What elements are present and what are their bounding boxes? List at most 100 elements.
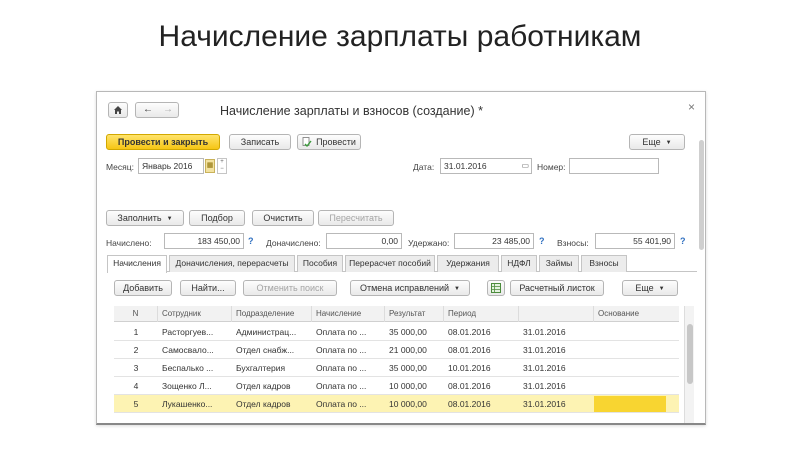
column-header-period-end[interactable] (519, 306, 594, 322)
dropdown-arrow-icon: ▼ (658, 286, 665, 292)
table-row[interactable]: 4 Зощенко Л... Отдел кадров Оплата по ..… (114, 377, 679, 395)
fill-button[interactable]: Заполнить ▼ (106, 210, 184, 226)
stepper-up-icon[interactable]: + (218, 159, 226, 166)
spreadsheet-button[interactable] (487, 280, 505, 296)
cell-employee: Лукашенко... (162, 399, 213, 409)
cell-employee: Самосвало... (162, 345, 214, 355)
date-field[interactable]: 31.01.2016 ▭ (440, 158, 532, 174)
column-header-basis[interactable]: Основание (594, 306, 679, 322)
cell-accrual: Оплата по ... (316, 381, 367, 391)
home-icon (114, 106, 122, 114)
tab-accruals[interactable]: Начисления (107, 255, 167, 273)
post-document-icon (302, 137, 312, 147)
column-header-employee[interactable]: Сотрудник (158, 306, 232, 322)
calendar-icon[interactable]: ▭ (521, 159, 529, 173)
dropdown-arrow-icon: ▼ (665, 140, 672, 146)
post-button[interactable]: Провести (297, 134, 361, 150)
accrued-help-icon[interactable]: ? (248, 236, 254, 246)
column-header-result[interactable]: Результат (385, 306, 444, 322)
cancel-corrections-button[interactable]: Отмена исправлений ▼ (350, 280, 470, 296)
add-button[interactable]: Добавить (114, 280, 172, 296)
cell-accrual: Оплата по ... (316, 327, 367, 337)
cancel-corrections-label: Отмена исправлений (359, 283, 450, 293)
cell-n: 4 (133, 381, 139, 391)
table-more-button[interactable]: Еще ▼ (622, 280, 678, 296)
close-icon[interactable]: × (688, 100, 695, 114)
payslip-button[interactable]: Расчетный листок (510, 280, 604, 296)
cell-department: Администрац... (236, 327, 297, 337)
cell-n: 2 (133, 345, 139, 355)
cell-basis (594, 323, 679, 341)
slide-title: Начисление зарплаты работникам (158, 20, 642, 53)
tab-withholdings[interactable]: Удержания (437, 255, 499, 272)
home-button[interactable] (108, 102, 128, 118)
column-header-n[interactable]: N (114, 306, 158, 322)
cell-accrual: Оплата по ... (316, 399, 367, 409)
spreadsheet-icon (491, 283, 501, 293)
tab-contributions[interactable]: Взносы (581, 255, 627, 272)
more-button-label: Еще (642, 137, 661, 147)
number-field[interactable] (569, 158, 659, 174)
select-button[interactable]: Подбор (189, 210, 245, 226)
column-header-accrual[interactable]: Начисление (312, 306, 385, 322)
forward-arrow-icon[interactable]: → (160, 103, 176, 117)
cell-department: Отдел кадров (236, 381, 291, 391)
cell-result: 21 000,00 (389, 345, 427, 355)
clear-button[interactable]: Очистить (252, 210, 314, 226)
month-stepper[interactable]: + − (217, 158, 227, 174)
recalculate-button[interactable]: Пересчитать (318, 210, 394, 226)
cell-period-end: 31.01.2016 (523, 363, 566, 373)
cell-employee: Расторгуев... (162, 327, 214, 337)
document-window: ← → Начисление зарплаты и взносов (созда… (96, 91, 706, 425)
contributions-field: 55 401,90 (595, 233, 675, 249)
cell-period-end: 31.01.2016 (523, 345, 566, 355)
withheld-help-icon[interactable]: ? (539, 236, 545, 246)
back-arrow-icon[interactable]: ← (140, 103, 156, 117)
cell-result: 35 000,00 (389, 327, 427, 337)
cell-basis-editing[interactable] (594, 396, 666, 412)
cell-basis (594, 377, 679, 395)
cell-result: 10 000,00 (389, 381, 427, 391)
cell-basis (594, 359, 679, 377)
window-scrollbar[interactable] (697, 140, 705, 380)
tab-benefit-recalc[interactable]: Перерасчет пособий (345, 255, 435, 272)
additional-field: 0,00 (326, 233, 402, 249)
post-and-close-button[interactable]: Провести и закрыть (106, 134, 220, 150)
tab-strip: Начисления Доначисления, перерасчеты Пос… (107, 255, 697, 273)
cell-department: Отдел снабж... (236, 345, 295, 355)
table-row-selected[interactable]: 5 Лукашенко... Отдел кадров Оплата по ..… (114, 395, 679, 413)
post-button-label: Провести (316, 137, 356, 147)
table-row[interactable]: 3 Беспалько ... Бухгалтерия Оплата по ..… (114, 359, 679, 377)
cell-n: 1 (133, 327, 139, 337)
cell-basis (594, 341, 679, 359)
tab-loans[interactable]: Займы (539, 255, 579, 272)
number-label: Номер: (537, 162, 566, 172)
table-scrollbar[interactable] (684, 306, 694, 423)
contributions-help-icon[interactable]: ? (680, 236, 686, 246)
cell-period-start: 10.01.2016 (448, 363, 491, 373)
cell-period-start: 08.01.2016 (448, 327, 491, 337)
month-field[interactable]: Январь 2016 (138, 158, 204, 174)
window-title: Начисление зарплаты и взносов (создание)… (220, 104, 483, 118)
tab-benefits[interactable]: Пособия (297, 255, 343, 272)
cancel-search-button[interactable]: Отменить поиск (243, 280, 337, 296)
accrued-field: 183 450,00 (164, 233, 244, 249)
tab-ndfl[interactable]: НДФЛ (501, 255, 537, 272)
window-scroll-thumb[interactable] (699, 140, 704, 250)
table-row[interactable]: 2 Самосвало... Отдел снабж... Оплата по … (114, 341, 679, 359)
cell-department: Бухгалтерия (236, 363, 286, 373)
tab-additional-recalc[interactable]: Доначисления, перерасчеты (169, 255, 295, 272)
cell-period-start: 08.01.2016 (448, 345, 491, 355)
find-button[interactable]: Найти... (180, 280, 236, 296)
save-button[interactable]: Записать (229, 134, 291, 150)
column-header-period[interactable]: Период (444, 306, 519, 322)
calendar-icon[interactable]: ▦ (205, 159, 215, 173)
table-scroll-thumb[interactable] (687, 324, 693, 384)
stepper-down-icon[interactable]: − (218, 166, 226, 173)
more-button[interactable]: Еще ▼ (629, 134, 685, 150)
cell-result: 10 000,00 (389, 399, 427, 409)
additional-label: Доначислено: (266, 238, 321, 248)
column-header-department[interactable]: Подразделение (232, 306, 312, 322)
month-label: Месяц: (106, 162, 134, 172)
table-row[interactable]: 1 Расторгуев... Администрац... Оплата по… (114, 323, 679, 341)
